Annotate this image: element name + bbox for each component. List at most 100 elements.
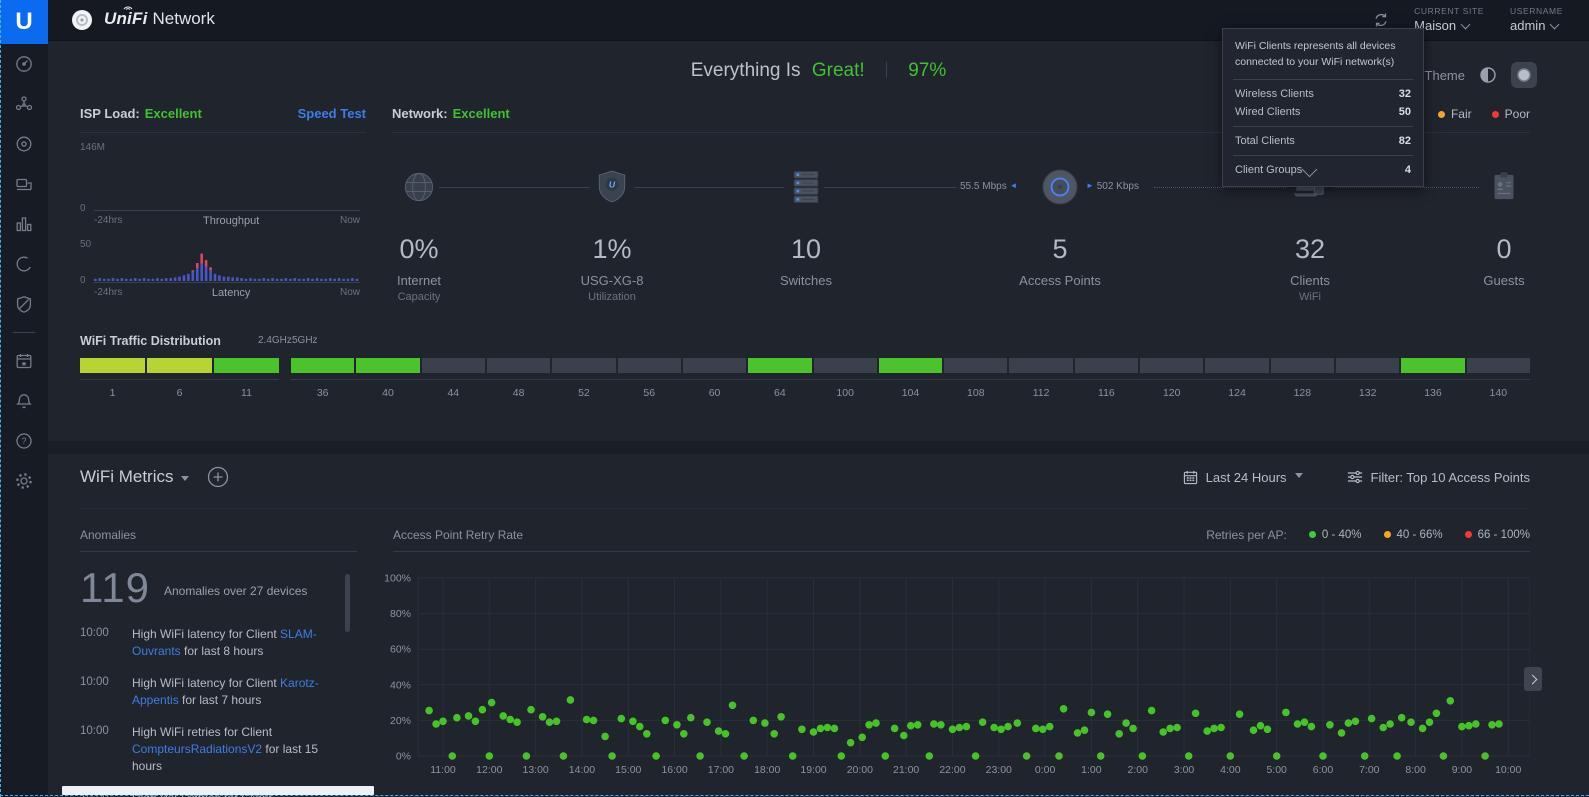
client-link[interactable]: SLAM-Ouvrants xyxy=(132,627,317,658)
theme-light-button[interactable] xyxy=(1475,62,1501,88)
latency-from: -24hrs xyxy=(94,287,122,299)
legend-dot-icon xyxy=(1438,111,1445,118)
wifi-metrics-header: WiFi Metrics Last 24 Hours Filter: Top 1… xyxy=(80,466,1530,488)
device-value: 0% xyxy=(359,234,479,265)
svg-text:21:00: 21:00 xyxy=(893,764,919,776)
latency-to: Now xyxy=(340,287,360,299)
time-range-selector[interactable]: Last 24 Hours xyxy=(1183,470,1303,485)
status-word: Great! xyxy=(812,60,865,81)
anomaly-item: 10:00High WiFi latency for Client Karotz… xyxy=(80,675,357,709)
svg-text:17:00: 17:00 xyxy=(708,764,734,776)
sidebar-item-statistics[interactable] xyxy=(0,204,48,244)
time-range-value: Last 24 Hours xyxy=(1206,470,1287,485)
anomaly-item: 10:00High WiFi retries for Client Compte… xyxy=(80,724,357,775)
theme-dark-button[interactable] xyxy=(1511,62,1537,88)
section-separator xyxy=(48,441,1589,454)
chart-next-button[interactable] xyxy=(1524,667,1542,691)
sidebar-item-help[interactable]: ? xyxy=(0,421,48,461)
channel-11-segment xyxy=(214,358,279,373)
client-link[interactable]: CompteursRadiationsV2 xyxy=(132,742,262,756)
dropdown-caret-icon xyxy=(1295,473,1303,482)
user-menu[interactable]: USERNAME admin xyxy=(1510,7,1563,33)
app-title: UniFiNetwork xyxy=(104,9,215,29)
ubiquiti-logo[interactable]: U xyxy=(0,0,48,44)
channel-labels: 1611 xyxy=(80,387,279,399)
svg-text:40%: 40% xyxy=(390,679,411,691)
theme-control: Theme xyxy=(1425,62,1537,88)
globe-icon xyxy=(359,162,479,212)
sidebar-divider xyxy=(13,332,35,333)
device-stat-switches[interactable]: 10Switches xyxy=(746,162,866,288)
legend-dot-icon xyxy=(1309,531,1316,538)
chevron-right-icon xyxy=(1527,674,1537,684)
channel-104-label: 104 xyxy=(879,387,942,399)
chevron-down-icon xyxy=(1550,19,1560,29)
device-sublabel: WiFi xyxy=(1250,291,1370,303)
username: admin xyxy=(1510,18,1545,33)
refresh-icon[interactable] xyxy=(1372,11,1390,29)
legend-dot-icon xyxy=(1465,531,1472,538)
legend-label: Poor xyxy=(1505,107,1530,121)
selection-marquee-left xyxy=(0,0,1,797)
sidebar-item-settings[interactable] xyxy=(0,461,48,501)
channel-48-segment xyxy=(487,358,550,373)
wifi-traffic-distribution: WiFi Traffic Distribution 2.4GHz 5GHz 16… xyxy=(80,334,1530,399)
scrollbar-thumb[interactable] xyxy=(345,574,350,632)
dropdown-caret-icon xyxy=(181,476,189,485)
tooltip-row-value: 50 xyxy=(1300,106,1411,118)
scatter-plot: 0%20%40%60%80%100%11:0012:0013:0014:0015… xyxy=(382,568,1530,794)
calendar-icon xyxy=(1183,470,1198,485)
sidebar-item-dashboard[interactable] xyxy=(0,44,48,84)
svg-text:2:00: 2:00 xyxy=(1128,764,1149,776)
channel-116-segment xyxy=(1075,358,1138,373)
wifi-metrics-dropdown[interactable]: WiFi Metrics xyxy=(80,467,189,487)
sidebar-item-alerts[interactable] xyxy=(0,381,48,421)
ap-filter[interactable]: Filter: Top 10 Access Points xyxy=(1347,470,1530,485)
device-stat-guests[interactable]: 0Guests xyxy=(1444,162,1564,288)
guests-icon xyxy=(1444,162,1564,212)
isp-load-value: Excellent xyxy=(145,106,202,121)
anomaly-text: High WiFi latency for Client SLAM-Ouvran… xyxy=(132,626,336,660)
sidebar-item-devices[interactable] xyxy=(0,124,48,164)
channel-100-segment xyxy=(814,358,877,373)
channel-136-label: 136 xyxy=(1401,387,1464,399)
anomalies-subtitle: Anomalies over 27 devices xyxy=(164,584,307,598)
device-stat-internet[interactable]: 0%InternetCapacity xyxy=(359,162,479,303)
sidebar-item-clients[interactable] xyxy=(0,164,48,204)
svg-text:80%: 80% xyxy=(390,608,411,620)
svg-text:13:00: 13:00 xyxy=(522,764,548,776)
device-label: USG-XG-8 xyxy=(552,273,672,288)
tooltip-row-label: Wired Clients xyxy=(1235,106,1300,118)
svg-text:9:00: 9:00 xyxy=(1452,764,1473,776)
svg-text:11:00: 11:00 xyxy=(430,764,456,776)
site-switcher[interactable]: CURRENT SITE Maison xyxy=(1414,7,1484,33)
retry-rate-panel: Access Point Retry Rate Retries per AP: … xyxy=(393,528,1530,797)
channel-100-label: 100 xyxy=(814,387,877,399)
channel-52-segment xyxy=(552,358,615,373)
events-icon xyxy=(14,351,34,371)
unifi-network-dashboard: UniFiNetwork CURRENT SITE Maison USERNAM… xyxy=(0,0,1589,797)
channel-48-label: 48 xyxy=(487,387,550,399)
client-link[interactable]: Karotz-Appentis xyxy=(132,676,319,707)
channel-128-label: 128 xyxy=(1271,387,1334,399)
sidebar-item-events[interactable] xyxy=(0,341,48,381)
device-label: Switches xyxy=(746,273,866,288)
device-value: 32 xyxy=(1250,234,1370,265)
device-stat-usg-xg-8[interactable]: U1%USG-XG-8Utilization xyxy=(552,162,672,303)
status-divider xyxy=(886,62,887,78)
channel-104-segment xyxy=(879,358,942,373)
add-metric-button[interactable] xyxy=(207,466,229,488)
svg-text:0:00: 0:00 xyxy=(1035,764,1056,776)
sidebar-item-insights[interactable] xyxy=(0,244,48,284)
band-5ghz: 3640444852566064100104108112116120124128… xyxy=(291,358,1530,399)
device-stat-access-points[interactable]: 5Access Points xyxy=(1000,162,1120,288)
sidebar-item-topology[interactable] xyxy=(0,84,48,124)
channel-36-segment xyxy=(291,358,354,373)
svg-text:12:00: 12:00 xyxy=(476,764,502,776)
speed-test-link[interactable]: Speed Test xyxy=(298,106,366,121)
sidebar-item-threat-management[interactable] xyxy=(0,284,48,324)
ap-filter-value: Filter: Top 10 Access Points xyxy=(1371,470,1530,485)
divider xyxy=(80,132,366,133)
device-label: Guests xyxy=(1444,273,1564,288)
svg-text:5:00: 5:00 xyxy=(1266,764,1287,776)
